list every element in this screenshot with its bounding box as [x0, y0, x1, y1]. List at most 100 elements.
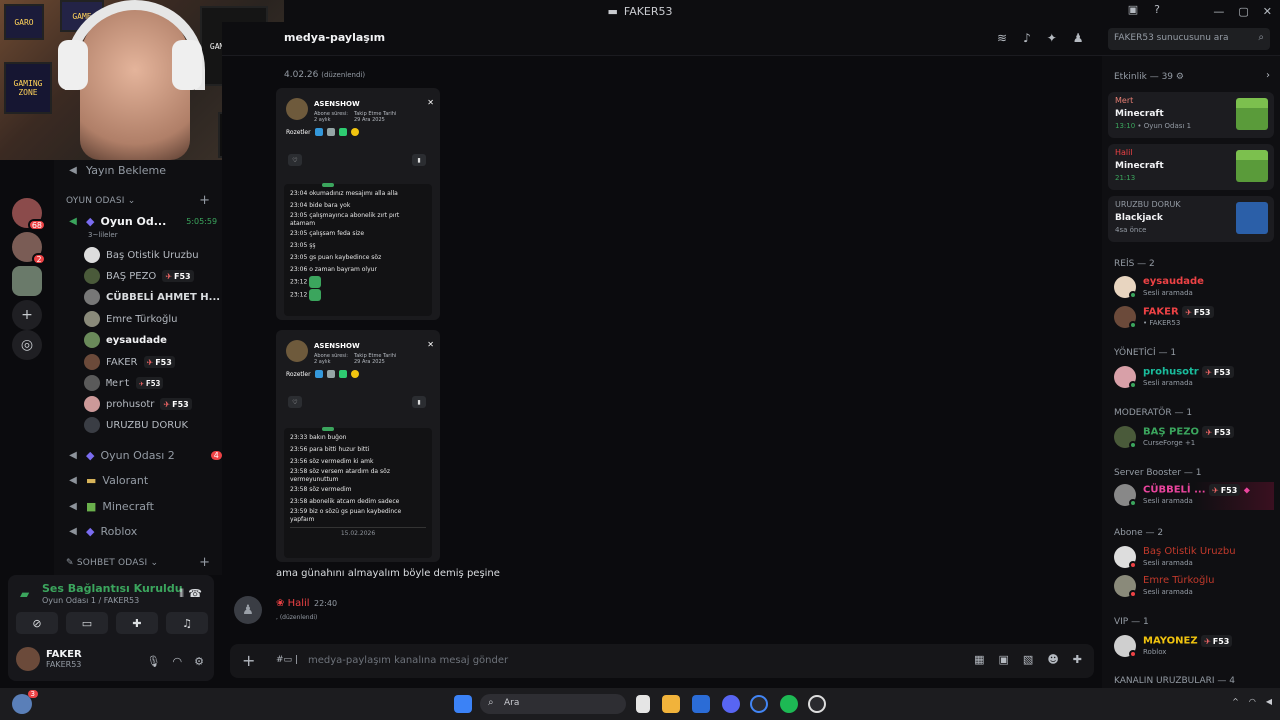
- weather-icon[interactable]: 3: [12, 690, 38, 714]
- channel-yayin-bekleme[interactable]: ◀ Yayın Bekleme: [66, 160, 166, 180]
- voice-member[interactable]: CÜBBELİ AHMET H...: [84, 288, 220, 306]
- server-icon[interactable]: 2: [12, 232, 46, 265]
- threads-icon[interactable]: ≋: [997, 31, 1007, 45]
- member-list-icon[interactable]: ♟: [1073, 31, 1084, 45]
- avatar: [84, 417, 100, 433]
- voice-member[interactable]: BAŞ PEZO ✈ F53: [84, 267, 194, 285]
- app-icon[interactable]: [808, 695, 826, 713]
- member-row[interactable]: Baş Otistik Uruzbu Sesli aramada: [1114, 544, 1274, 572]
- channel-roblox[interactable]: ◀ ◆ Roblox: [66, 521, 137, 541]
- channel-minecraft[interactable]: ◀ ■ Minecraft: [66, 496, 154, 516]
- discord-icon[interactable]: [722, 695, 740, 713]
- headphones-icon[interactable]: ◠: [173, 655, 183, 668]
- controller-icon: ◆: [86, 448, 95, 462]
- server-icon[interactable]: [12, 266, 42, 296]
- channel-list: ◀ Yayın Bekleme OYUN ODASI ⌄ + ◀ ◆ Oyun …: [54, 160, 222, 575]
- user-panel[interactable]: FAKER FAKER53: [16, 647, 82, 671]
- file-explorer-icon[interactable]: [662, 695, 680, 713]
- message-composer: + #▭ | medya-paylaşım kanalına mesaj gön…: [230, 644, 1094, 678]
- compass-icon[interactable]: ◎: [12, 330, 42, 360]
- image-attachment[interactable]: ASENSHOW Abone süresi: 2 aylık Takip Etm…: [276, 330, 440, 562]
- add-channel-icon[interactable]: +: [199, 193, 210, 208]
- spotify-icon[interactable]: [780, 695, 798, 713]
- microphone-icon[interactable]: 🎙︎: [147, 655, 161, 668]
- speaker-icon: ◀: [69, 525, 77, 537]
- title-bar-tools: ▣ ?: [1128, 3, 1160, 16]
- window-controls: — ▢ ✕: [1213, 0, 1272, 22]
- member-row[interactable]: BAŞ PEZO ✈ F53 CurseForge +1: [1114, 424, 1274, 452]
- voice-member[interactable]: URUZBU DORUK: [84, 416, 188, 434]
- bell-icon[interactable]: ♪: [1023, 31, 1031, 45]
- help-icon[interactable]: ?: [1154, 3, 1160, 16]
- task-view-icon[interactable]: [636, 695, 650, 713]
- inbox-icon[interactable]: ▣: [1128, 3, 1138, 16]
- chrome-icon[interactable]: [750, 695, 768, 713]
- channel-valorant[interactable]: ◀ ▬ Valorant: [66, 470, 148, 490]
- message-author[interactable]: ❀ Halil: [276, 598, 310, 609]
- member-row[interactable]: eysaudade Sesli aramada: [1114, 274, 1274, 302]
- category-sohbet-odasi[interactable]: ✎ SOHBET ODASI ⌄: [66, 558, 158, 568]
- windows-start-icon[interactable]: [454, 695, 472, 713]
- activity-card[interactable]: Mert Minecraft 13:10 • Oyun Odası 1: [1108, 92, 1274, 138]
- soundboard-button[interactable]: ♫: [166, 612, 208, 634]
- server-icon[interactable]: 68: [12, 198, 46, 231]
- voice-member[interactable]: eysaudade: [84, 331, 167, 349]
- add-attachment-icon[interactable]: +: [242, 651, 255, 670]
- close-button[interactable]: ✕: [1263, 5, 1272, 18]
- plus-icon[interactable]: +: [12, 300, 42, 330]
- voice-member[interactable]: prohusotr ✈ F53: [84, 395, 192, 413]
- gift-icon[interactable]: ▦: [974, 653, 984, 666]
- voice-status[interactable]: Ses Bağlantısı Kuruldu: [42, 582, 183, 595]
- search-icon: ⌕: [1258, 32, 1264, 43]
- screen-share-button[interactable]: ▭: [66, 612, 108, 634]
- member-row[interactable]: CÜBBELİ ... ✈ F53 ◆ Sesli aramada: [1114, 482, 1274, 510]
- voice-member[interactable]: Baş Otistik Uruzbu: [84, 246, 199, 264]
- pin-icon[interactable]: ✦: [1047, 31, 1057, 45]
- apps-icon[interactable]: ✚: [1073, 653, 1082, 666]
- member-row[interactable]: prohusotr ✈ F53 Sesli aramada: [1114, 364, 1274, 392]
- gift-icon: ▮: [412, 154, 426, 166]
- search-input[interactable]: FAKER53 sunucusunu ara ⌕: [1108, 28, 1270, 50]
- voice-member[interactable]: Emre Türkoğlu: [84, 310, 177, 328]
- member-row[interactable]: FAKER ✈ F53 • FAKER53: [1114, 304, 1274, 332]
- minimize-button[interactable]: —: [1213, 5, 1224, 18]
- category-oyun-odasi[interactable]: OYUN ODASI ⌄: [66, 196, 135, 206]
- hash-icon: #▭ |: [276, 655, 298, 665]
- discord-icon: ▬: [607, 4, 618, 18]
- voice-location[interactable]: Oyun Odası 1 / FAKER53: [42, 596, 139, 605]
- maximize-button[interactable]: ▢: [1238, 5, 1248, 18]
- store-icon[interactable]: [692, 695, 710, 713]
- disconnect-icon[interactable]: ☎: [188, 587, 202, 600]
- avatar: [84, 311, 100, 327]
- message-input[interactable]: medya-paylaşım kanalına mesaj gönder: [308, 655, 508, 666]
- volume-icon[interactable]: ◀: [1266, 697, 1272, 706]
- avatar: [84, 268, 100, 284]
- channel-oyun-odasi-1[interactable]: ◀ ◆ Oyun Od... 5:05:59: [66, 211, 217, 231]
- avatar: [286, 340, 308, 362]
- sticker-icon[interactable]: ▧: [1023, 653, 1033, 666]
- channel-oyun-odasi-2[interactable]: ◀ ◆ Oyun Odası 2 4: [66, 445, 222, 465]
- wifi-icon[interactable]: ◠: [1249, 697, 1256, 706]
- emoji-icon[interactable]: ☻: [1047, 653, 1058, 666]
- voice-member[interactable]: Mert ✈ F53: [84, 374, 164, 392]
- activity-card[interactable]: Halil Minecraft 21:13: [1108, 144, 1274, 190]
- poster-image: GAMING ZONE: [4, 62, 52, 114]
- emoji-icon: [309, 276, 322, 288]
- activities-button[interactable]: ✚: [116, 612, 158, 634]
- member-row[interactable]: MAYONEZ ✈ F53 Roblox: [1114, 633, 1274, 661]
- image-attachment[interactable]: ASENSHOW Abone süresi: 2 aylık Takip Etm…: [276, 88, 440, 320]
- heart-icon: ♡: [288, 396, 302, 408]
- settings-gear-icon[interactable]: ⚙: [194, 655, 204, 668]
- chevron-right-icon[interactable]: ›: [1266, 70, 1270, 81]
- add-channel-icon[interactable]: +: [199, 555, 210, 570]
- member-row[interactable]: Emre Türkoğlu Sesli aramada: [1114, 573, 1274, 601]
- channel-badge: 4: [210, 450, 222, 460]
- gif-icon[interactable]: ▣: [999, 653, 1009, 666]
- activity-card[interactable]: URUZBU DORUK Blackjack 4sa önce: [1108, 196, 1274, 242]
- taskbar-search[interactable]: ⌕ Ara: [480, 694, 626, 714]
- voice-member[interactable]: FAKER ✈ F53: [84, 353, 175, 371]
- avatar[interactable]: ♟: [234, 596, 262, 624]
- soundwave-icon[interactable]: ⦀: [179, 587, 184, 601]
- camera-off-button[interactable]: ⊘: [16, 612, 58, 634]
- chevron-up-icon[interactable]: ^: [1232, 697, 1239, 706]
